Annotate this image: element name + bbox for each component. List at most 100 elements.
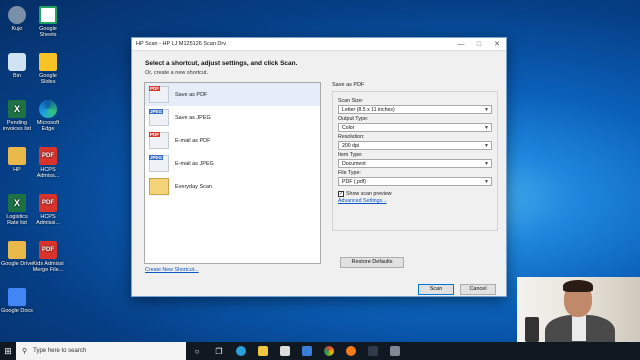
file-explorer-icon[interactable]: [252, 342, 274, 360]
google-drive-icon: [8, 241, 26, 259]
desktop-icon-google-slides[interactable]: Google Slides: [31, 53, 65, 85]
desktop-icon-google-docs[interactable]: Google Docs: [0, 288, 34, 314]
desktop-icon-kujo[interactable]: Kujo: [0, 6, 34, 32]
desktop-icon-label: Pending invoices list: [2, 120, 32, 132]
cancel-button[interactable]: Cancel: [460, 284, 496, 295]
google-slides-icon: [39, 53, 57, 71]
folder-icon: [149, 178, 169, 195]
desktop-icon-pending-invoices[interactable]: X Pending invoices list: [0, 100, 34, 132]
show-preview-label: Show scan preview: [346, 191, 392, 197]
shortcut-label: Everyday Scan: [175, 183, 212, 190]
hp-scan-dialog: HP Scan - HP LJ M125126 Scan Drv — □ ✕ S…: [131, 37, 507, 297]
show-preview-checkbox[interactable]: ✓ Show scan preview: [338, 191, 492, 197]
desktop-icon-hp[interactable]: HP: [0, 147, 34, 173]
store-icon[interactable]: [274, 342, 296, 360]
chevron-down-icon: ▼: [484, 161, 489, 167]
shortcut-label: E-mail as JPEG: [175, 160, 214, 167]
shortcut-item[interactable]: Everyday Scan: [145, 175, 320, 198]
desktop-icon-label: Bin: [13, 73, 21, 79]
desktop-icon-google-sheets[interactable]: Google Sheets: [31, 6, 65, 38]
shortcut-item[interactable]: PDF E-mail as PDF: [145, 129, 320, 152]
pdf-3-icon: PDF: [39, 241, 57, 259]
desktop-icon-label: HCPS Admissi...: [36, 214, 60, 226]
settings-group: Scan Size: Letter (8.5 x 11 inches) ▼ Out…: [332, 91, 498, 231]
scan-size-select[interactable]: Letter (8.5 x 11 inches) ▼: [338, 105, 492, 114]
desktop-icon-pdf-3[interactable]: PDF Kids Admissi Merge File...: [31, 241, 65, 273]
item-type-select[interactable]: Document ▼: [338, 159, 492, 168]
dialog-heading: Select a shortcut, adjust settings, and …: [145, 60, 298, 67]
microsoft-edge-icon: [39, 100, 57, 118]
desktop-icon-label: Google Docs: [1, 308, 33, 314]
document-icon: JPEG: [149, 109, 169, 126]
shortcut-item[interactable]: JPEG E-mail as JPEG: [145, 152, 320, 175]
google-sheets-icon: [39, 6, 57, 24]
file-type-badge: PDF: [149, 132, 160, 137]
restore-defaults-button[interactable]: Restore Defaults: [340, 257, 404, 268]
desktop-icon-label: Kids Admissi Merge File...: [32, 261, 64, 273]
desktop-icon-label: HCPS Admiss...: [36, 167, 60, 179]
firefox-icon[interactable]: [340, 342, 362, 360]
edge-taskbar-icon[interactable]: [230, 342, 252, 360]
document-icon: PDF: [149, 132, 169, 149]
desktop-icon-label: Google Drive: [0, 261, 34, 267]
file-type-select[interactable]: PDF (.pdf) ▼: [338, 177, 492, 186]
app-icon[interactable]: [362, 342, 384, 360]
mail-icon[interactable]: [296, 342, 318, 360]
taskbar: ⊞ ⚲ Type here to search ○ ❐: [0, 342, 640, 360]
hp-scan-taskbar-icon[interactable]: [384, 342, 406, 360]
checkbox-icon[interactable]: ✓: [338, 191, 344, 197]
shortcut-list[interactable]: PDF Save as PDF JPEG Save as JPEG PDF E-mail …: [144, 82, 321, 264]
webcam-overlay: [517, 277, 640, 342]
output-type-value: Color: [342, 125, 355, 131]
chevron-down-icon: ▼: [484, 179, 489, 185]
kujo-icon: [8, 6, 26, 24]
desktop-icon-google-drive[interactable]: Google Drive: [0, 241, 34, 267]
create-new-shortcut-link[interactable]: Create New Shortcut...: [145, 267, 199, 273]
dialog-subheading: Or, create a new shortcut.: [145, 70, 208, 76]
scan-size-value: Letter (8.5 x 11 inches): [342, 107, 395, 113]
windows-start-icon[interactable]: ⊞: [0, 342, 16, 360]
scan-button[interactable]: Scan: [418, 284, 454, 295]
title-bar[interactable]: HP Scan - HP LJ M125126 Scan Drv — □ ✕: [132, 38, 506, 51]
output-type-select[interactable]: Color ▼: [338, 123, 492, 132]
desktop-icon-microsoft-edge[interactable]: Microsoft Edge: [31, 100, 65, 132]
cortana-icon[interactable]: ○: [186, 342, 208, 360]
minimize-icon[interactable]: —: [452, 41, 470, 48]
shortcut-item[interactable]: JPEG Save as JPEG: [145, 106, 320, 129]
desktop-icon-pdf-1[interactable]: PDF HCPS Admiss...: [31, 147, 65, 179]
output-type-label: Output Type:: [338, 116, 369, 122]
desktop-icon-label: Microsoft Edge: [36, 120, 60, 132]
shortcut-label: Save as PDF: [175, 91, 208, 98]
desktop-icon-label: Google Slides: [39, 73, 57, 85]
desktop-icon-recycle-bin[interactable]: Bin: [0, 53, 34, 79]
shortcut-label: E-mail as PDF: [175, 137, 211, 144]
resolution-value: 200 dpi: [342, 143, 360, 149]
desktop-icon-label: HP: [13, 167, 21, 173]
settings-panel: Save as PDF Scan Size: Letter (8.5 x 11 …: [332, 82, 498, 232]
advanced-settings-link[interactable]: Advanced Settings...: [338, 198, 387, 204]
search-placeholder: Type here to search: [33, 348, 87, 354]
maximize-icon[interactable]: □: [470, 41, 488, 48]
presenter-shirt: [572, 315, 586, 341]
document-icon: PDF: [149, 86, 169, 103]
hp-icon: [8, 147, 26, 165]
file-type-badge: JPEG: [149, 109, 164, 114]
shortcut-item[interactable]: PDF Save as PDF: [145, 83, 320, 106]
desktop-icon-pdf-2[interactable]: PDF HCPS Admissi...: [31, 194, 65, 226]
pdf-2-icon: PDF: [39, 194, 57, 212]
desktop-icon-logistics[interactable]: X Logistics Rate list: [0, 194, 34, 226]
shortcut-label: Save as JPEG: [175, 114, 211, 121]
taskbar-search[interactable]: ⚲ Type here to search: [16, 342, 186, 360]
resolution-select[interactable]: 200 dpi ▼: [338, 141, 492, 150]
chrome-icon[interactable]: [318, 342, 340, 360]
item-type-value: Document: [342, 161, 366, 167]
search-icon: ⚲: [22, 348, 28, 355]
pending-invoices-icon: X: [8, 100, 26, 118]
chevron-down-icon: ▼: [484, 143, 489, 149]
close-icon[interactable]: ✕: [488, 40, 506, 48]
desktop-icon-label: Logistics Rate list: [6, 214, 28, 226]
desktop-icon-label: Kujo: [11, 26, 23, 32]
task-view-icon[interactable]: ❐: [208, 342, 230, 360]
pdf-1-icon: PDF: [39, 147, 57, 165]
google-docs-icon: [8, 288, 26, 306]
